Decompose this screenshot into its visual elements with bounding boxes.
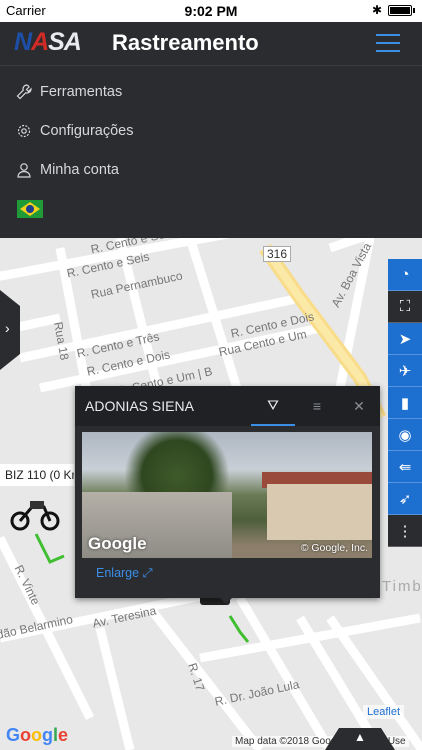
menu-label-minha-conta: Minha conta xyxy=(40,162,119,178)
nasa-logo: NASA xyxy=(14,28,82,56)
gear-icon xyxy=(17,124,31,138)
brazil-flag-icon[interactable] xyxy=(17,200,43,218)
traffic-light-icon[interactable]: ⋮ xyxy=(388,515,422,547)
user-icon xyxy=(17,163,31,178)
battery-cap xyxy=(413,8,415,13)
road-tab-icon[interactable]: ⛛ xyxy=(251,386,295,426)
menu-item-minha-conta[interactable]: Minha conta xyxy=(16,156,119,184)
menu-item-configuracoes[interactable]: Configurações xyxy=(16,117,134,145)
status-bar: Carrier 9:02 PM ✱ xyxy=(0,0,422,22)
wrench-icon xyxy=(16,84,32,100)
chevron-up-icon: ▲ xyxy=(354,730,366,744)
location-pin-icon[interactable]: ◉ xyxy=(388,419,422,451)
bluetooth-icon: ✱ xyxy=(371,3,382,17)
pointer-icon[interactable]: ➶ xyxy=(388,483,422,515)
enlarge-link[interactable]: Enlarge ⤢ xyxy=(96,566,153,581)
popup-header: ADONIAS SIENA ⛛ ≡ ✕ xyxy=(75,386,380,426)
route-icon[interactable]: ⇚ xyxy=(388,451,422,483)
road-icon[interactable]: ▮ xyxy=(388,387,422,419)
sv-house xyxy=(267,484,372,540)
top-bar: NASA Rastreamento xyxy=(0,22,422,66)
hamburger-menu-icon[interactable] xyxy=(376,34,400,54)
vehicle-popup: ADONIAS SIENA ⛛ ≡ ✕ Google © Google, Inc… xyxy=(75,386,380,604)
neighbourhood-label: Timbiras xyxy=(382,578,422,595)
map-tools: ◔ ⛶ ➤ ✈ ▮ ◉ ⇚ ➶ ⋮ xyxy=(388,259,422,547)
send-icon[interactable]: ✈ xyxy=(388,355,422,387)
chevron-right-icon: › xyxy=(5,320,10,336)
navigation-arrow-icon[interactable]: ➤ xyxy=(388,323,422,355)
fullscreen-icon[interactable]: ⛶ xyxy=(388,291,422,323)
menu-label-ferramentas: Ferramentas xyxy=(40,84,123,100)
popup-title: ADONIAS SIENA xyxy=(85,398,194,414)
leaflet-link[interactable]: Leaflet xyxy=(362,705,404,719)
vehicle-label[interactable]: BIZ 110 (0 Km/h) xyxy=(0,464,74,486)
motorcycle-marker-icon[interactable] xyxy=(10,491,60,531)
close-icon[interactable]: ✕ xyxy=(337,386,381,426)
expand-icon: ⤢ xyxy=(142,566,153,580)
clock: 9:02 PM xyxy=(184,3,238,19)
route-shield: 316 xyxy=(263,246,292,262)
menu-label-configuracoes: Configurações xyxy=(40,123,134,139)
side-menu: Ferramentas Configurações Minha conta xyxy=(0,66,422,238)
street-view-image[interactable]: Google © Google, Inc. xyxy=(82,432,372,558)
enlarge-label: Enlarge xyxy=(96,566,140,580)
streetview-copyright: © Google, Inc. xyxy=(300,542,368,554)
google-map-logo: Google xyxy=(6,725,69,745)
brand-title: Rastreamento xyxy=(112,30,259,55)
speedometer-icon[interactable]: ◔ xyxy=(388,259,422,291)
menu-item-ferramentas[interactable]: Ferramentas xyxy=(16,78,122,106)
streetview-google-logo: Google xyxy=(88,534,147,553)
list-tab-icon[interactable]: ≡ xyxy=(295,386,339,426)
battery-icon xyxy=(388,5,412,16)
